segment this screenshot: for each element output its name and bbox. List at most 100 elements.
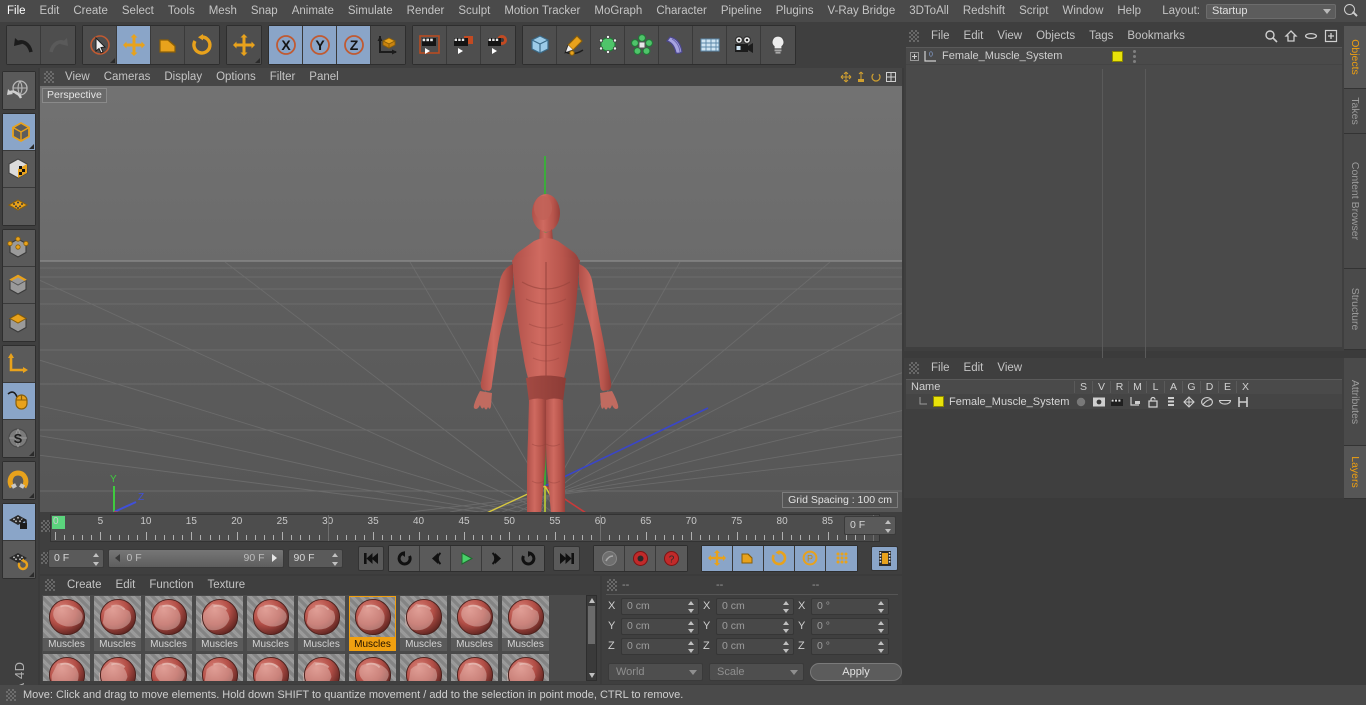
material-cell[interactable]: Muscles — [400, 654, 449, 681]
search-icon[interactable] — [1342, 2, 1360, 20]
rotate-tool[interactable] — [185, 26, 219, 64]
material-menu-create[interactable]: Create — [60, 574, 109, 596]
coord-position-z-field[interactable]: 0 cm — [621, 637, 699, 655]
planar-workplane-button[interactable] — [3, 541, 35, 578]
viewport-menu-view[interactable]: View — [58, 66, 97, 88]
expression-toggle-icon[interactable] — [1218, 396, 1232, 408]
range-right-arrow-icon[interactable] — [268, 552, 280, 564]
stepper-icon[interactable] — [688, 620, 695, 633]
object-color-swatch[interactable] — [1112, 50, 1123, 62]
coord-size-z-field[interactable]: 0 cm — [716, 637, 794, 655]
menu-mesh[interactable]: Mesh — [202, 0, 244, 22]
material-scrollbar[interactable] — [586, 595, 597, 681]
layer-manager-grip[interactable] — [909, 362, 919, 374]
viewport-solo-button[interactable] — [3, 151, 35, 188]
add-light-button[interactable] — [761, 26, 795, 64]
material-cell[interactable]: Muscles — [196, 654, 245, 681]
edges-mode-button[interactable] — [3, 267, 35, 304]
material-grid[interactable]: Muscles Muscles Muscles Muscles Muscles Muscl… — [42, 595, 587, 681]
object-menu-objects[interactable]: Objects — [1029, 25, 1082, 47]
record-rotation-button[interactable] — [764, 545, 796, 571]
side-tab-objects[interactable]: Objects — [1344, 26, 1366, 89]
add-environment-button[interactable] — [693, 26, 727, 64]
timeline-ruler[interactable]: 051015202530354045505560657075808590 — [50, 514, 880, 542]
add-generator-button[interactable] — [591, 26, 625, 64]
object-tree[interactable]: 0 Female_Muscle_System — [906, 47, 1342, 369]
add-cube-button[interactable] — [523, 26, 557, 64]
material-cell[interactable]: Muscles — [502, 596, 551, 652]
side-tab-attributes[interactable]: Attributes — [1344, 358, 1366, 446]
material-cell[interactable]: Muscles — [451, 596, 500, 652]
layer-menu-edit[interactable]: Edit — [957, 357, 991, 379]
scale-viewport-icon[interactable] — [855, 71, 867, 83]
side-tab-takes[interactable]: Takes — [1344, 89, 1366, 134]
menu-animate[interactable]: Animate — [285, 0, 341, 22]
enable-snap-button[interactable] — [3, 462, 35, 499]
coord-system-dropdown[interactable]: World — [608, 663, 703, 681]
status-grip[interactable] — [6, 689, 16, 701]
object-menu-bookmarks[interactable]: Bookmarks — [1120, 25, 1192, 47]
object-tag-dots[interactable] — [1133, 49, 1136, 63]
current-frame-field[interactable]: 0 F — [48, 548, 104, 568]
menu-mograph[interactable]: MoGraph — [587, 0, 649, 22]
play-button[interactable] — [451, 545, 483, 571]
viewport-menu-cameras[interactable]: Cameras — [97, 66, 158, 88]
menu-sculpt[interactable]: Sculpt — [451, 0, 497, 22]
scroll-down-icon[interactable] — [589, 673, 595, 678]
viewport-menu-panel[interactable]: Panel — [302, 66, 345, 88]
deformer-toggle-icon[interactable] — [1200, 396, 1214, 408]
move-viewport-icon[interactable] — [840, 71, 852, 83]
menu-help[interactable]: Help — [1110, 0, 1148, 22]
redo-button[interactable] — [41, 26, 75, 64]
undo-view-button[interactable] — [3, 72, 35, 109]
material-cell[interactable]: Muscles — [43, 654, 92, 681]
play-forward-loop-button[interactable] — [513, 545, 545, 571]
menu-select[interactable]: Select — [115, 0, 161, 22]
scroll-thumb[interactable] — [588, 606, 595, 644]
viewport-menu-options[interactable]: Options — [209, 66, 263, 88]
material-menu-edit[interactable]: Edit — [109, 574, 143, 596]
stepper-icon[interactable] — [878, 600, 885, 613]
material-cell[interactable]: Muscles — [400, 596, 449, 652]
coord-position-x-field[interactable]: 0 cm — [621, 597, 699, 615]
solo-toggle-icon[interactable] — [1074, 396, 1088, 408]
menu-file[interactable]: File — [0, 0, 33, 22]
points-mode-button[interactable] — [3, 230, 35, 267]
menu-v-ray-bridge[interactable]: V-Ray Bridge — [820, 0, 902, 22]
material-cell[interactable]: Muscles — [349, 596, 398, 652]
add-array-button[interactable] — [625, 26, 659, 64]
polygons-mode-button[interactable] — [3, 304, 35, 341]
viewport-menu-display[interactable]: Display — [157, 66, 209, 88]
coord-size-y-field[interactable]: 0 cm — [716, 617, 794, 635]
generator-toggle-icon[interactable] — [1182, 395, 1196, 408]
material-cell[interactable]: Muscles — [349, 654, 398, 681]
material-cell[interactable]: Muscles — [145, 596, 194, 652]
undo-button[interactable] — [7, 26, 41, 64]
menu-plugins[interactable]: Plugins — [769, 0, 821, 22]
panel-grip[interactable] — [44, 71, 54, 83]
max-frame-field[interactable]: 90 F — [287, 548, 344, 568]
lock-z-axis[interactable]: Z — [337, 26, 371, 64]
coordinates-grip[interactable] — [607, 579, 617, 591]
menu-snap[interactable]: Snap — [244, 0, 285, 22]
layer-color-swatch[interactable] — [933, 396, 944, 407]
layout-dropdown[interactable]: Startup — [1206, 3, 1336, 19]
stepper-icon[interactable] — [783, 620, 790, 633]
menu-character[interactable]: Character — [649, 0, 714, 22]
size-mode-dropdown[interactable]: Scale — [709, 663, 804, 681]
coord-rotation-y-field[interactable]: 0 ° — [811, 617, 889, 635]
object-tree-row[interactable]: 0 Female_Muscle_System — [906, 48, 1342, 65]
menu-render[interactable]: Render — [400, 0, 452, 22]
material-menu-texture[interactable]: Texture — [200, 574, 252, 596]
add-layer-icon[interactable] — [1324, 29, 1338, 43]
side-tab-layers[interactable]: Layers — [1344, 446, 1366, 499]
material-cell[interactable]: Muscles — [247, 654, 296, 681]
go-to-start-button[interactable] — [357, 545, 385, 571]
menu-edit[interactable]: Edit — [33, 0, 67, 22]
record-pla-button[interactable] — [826, 545, 858, 571]
menu-create[interactable]: Create — [66, 0, 115, 22]
stepper-icon[interactable] — [783, 600, 790, 613]
lock-x-axis[interactable]: X — [269, 26, 303, 64]
enable-axis-button[interactable] — [3, 346, 35, 383]
coord-rotation-z-field[interactable]: 0 ° — [811, 637, 889, 655]
